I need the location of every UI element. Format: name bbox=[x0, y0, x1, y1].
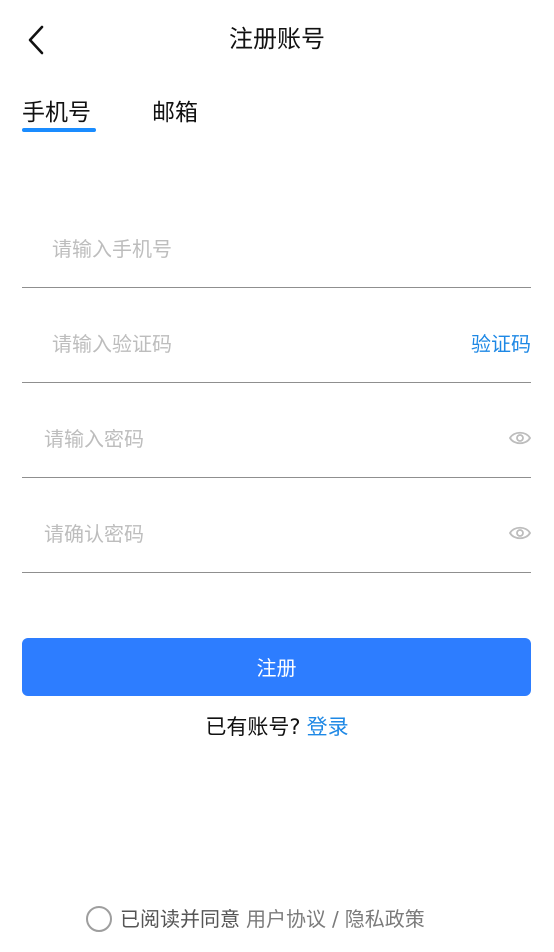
active-tab-indicator bbox=[22, 128, 96, 132]
agreement-checkbox[interactable] bbox=[86, 906, 112, 932]
agreement-text: 已阅读并同意 bbox=[120, 907, 240, 931]
eye-icon[interactable] bbox=[509, 429, 531, 447]
register-button[interactable]: 注册 bbox=[22, 638, 531, 696]
password-field-row bbox=[22, 401, 531, 478]
user-agreement-link[interactable]: 用户协议 bbox=[246, 902, 326, 936]
page-title: 注册账号 bbox=[229, 25, 325, 53]
verification-code-input[interactable] bbox=[52, 306, 432, 382]
chevron-left-icon bbox=[28, 25, 44, 55]
phone-field-row bbox=[22, 211, 531, 288]
phone-input[interactable] bbox=[52, 211, 432, 287]
password-input[interactable] bbox=[44, 401, 484, 477]
confirm-password-field-row bbox=[22, 496, 531, 573]
tab-phone[interactable]: 手机号 bbox=[22, 96, 91, 132]
agreement-row: 已阅读并同意 用户协议 / 隐私政策 bbox=[86, 902, 425, 936]
privacy-policy-link[interactable]: 隐私政策 bbox=[345, 902, 425, 936]
get-code-button[interactable]: 验证码 bbox=[471, 306, 531, 382]
confirm-password-input[interactable] bbox=[44, 496, 484, 572]
login-row: 已有账号? 登录 bbox=[0, 710, 554, 744]
back-button[interactable] bbox=[18, 20, 54, 60]
tab-email[interactable]: 邮箱 bbox=[152, 96, 198, 132]
login-link[interactable]: 登录 bbox=[307, 715, 349, 739]
eye-icon[interactable] bbox=[509, 524, 531, 542]
code-field-row: 验证码 bbox=[22, 306, 531, 383]
login-question: 已有账号? bbox=[205, 715, 301, 739]
agreement-separator: / bbox=[332, 907, 339, 931]
